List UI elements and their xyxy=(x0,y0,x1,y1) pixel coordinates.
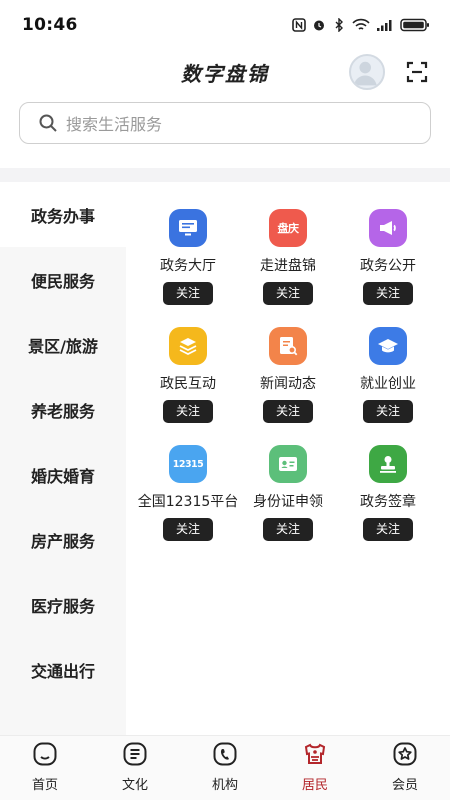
institution-icon xyxy=(213,742,237,766)
follow-button[interactable]: 关注 xyxy=(263,518,313,541)
category-sidebar: 政务办事 便民服务 景区/旅游 养老服务 婚庆婚育 房产服务 医疗服务 交通出行 xyxy=(0,182,126,735)
sidebar-item-real-estate[interactable]: 房产服务 xyxy=(0,507,126,572)
tab-label: 首页 xyxy=(31,778,58,793)
user-avatar-icon xyxy=(353,61,377,86)
sidebar-item-transportation[interactable]: 交通出行 xyxy=(0,637,126,702)
tab-institution[interactable]: 机构 xyxy=(180,736,270,800)
section-divider xyxy=(0,168,450,182)
bottom-tab-bar: 首页 文化 机构 居民 会员 xyxy=(0,735,450,800)
battery-icon xyxy=(400,18,429,32)
app-header: 数字盘锦 xyxy=(0,50,450,98)
service-icon-text: 12315 xyxy=(172,458,204,470)
app-screen: 10:46 数字盘锦 搜索生活服务 政务办事 便民服务 景区/旅游 养老服务 婚… xyxy=(0,0,450,800)
service-label: 政务公开 xyxy=(360,258,416,274)
service-item[interactable]: 政民互动 关注 xyxy=(133,300,243,423)
tab-culture[interactable]: 文化 xyxy=(90,736,180,800)
sidebar-item-medical[interactable]: 医疗服务 xyxy=(0,572,126,637)
scan-icon[interactable] xyxy=(405,60,429,84)
sidebar-item-government-affairs[interactable]: 政务办事 xyxy=(0,182,126,247)
service-item[interactable]: 政务大厅 关注 xyxy=(133,182,243,305)
search-input[interactable]: 搜索生活服务 xyxy=(66,111,162,135)
service-label: 就业创业 xyxy=(360,376,416,392)
tab-home[interactable]: 首页 xyxy=(0,736,90,800)
signal-icon xyxy=(377,20,392,31)
service-item[interactable]: 政务签章 关注 xyxy=(333,418,443,541)
home-icon xyxy=(33,742,57,766)
service-item[interactable]: 12315 全国12315平台 关注 xyxy=(133,418,243,541)
wifi-icon xyxy=(352,18,370,30)
tab-label: 文化 xyxy=(121,778,148,793)
tab-label: 居民 xyxy=(301,778,328,793)
alarm-icon xyxy=(314,20,324,31)
status-icons xyxy=(292,18,430,32)
member-icon xyxy=(393,742,417,766)
tab-label: 机构 xyxy=(211,778,238,793)
follow-button[interactable]: 关注 xyxy=(163,518,213,541)
id-card-icon xyxy=(269,445,307,483)
service-item[interactable]: 就业创业 关注 xyxy=(333,300,443,423)
stamp-icon xyxy=(369,445,407,483)
sidebar-item-scenic-tourism[interactable]: 景区/旅游 xyxy=(0,312,126,377)
tab-member[interactable]: 会员 xyxy=(360,736,450,800)
sidebar-item-elderly-care[interactable]: 养老服务 xyxy=(0,377,126,442)
status-time: 10:46 xyxy=(22,15,78,35)
service-grid: 政务大厅 关注 盘庆 走进盘锦 关注 政务公开 关注 政民互动 关注 新闻动态 … xyxy=(126,182,450,735)
bluetooth-icon xyxy=(335,18,343,32)
service-item[interactable]: 身份证申领 关注 xyxy=(233,418,343,541)
service-item[interactable]: 盘庆 走进盘锦 关注 xyxy=(233,182,343,305)
search-icon xyxy=(39,114,57,132)
monitor-icon xyxy=(169,209,207,247)
tab-resident[interactable]: 居民 xyxy=(270,736,360,800)
news-search-icon xyxy=(269,327,307,365)
follow-button[interactable]: 关注 xyxy=(363,518,413,541)
service-item[interactable]: 新闻动态 关注 xyxy=(233,300,343,423)
culture-icon xyxy=(123,742,147,766)
status-bar: 10:46 xyxy=(0,0,450,50)
nfc-icon xyxy=(292,18,306,32)
graduation-cap-icon xyxy=(369,327,407,365)
sidebar-item-wedding-childbirth[interactable]: 婚庆婚育 xyxy=(0,442,126,507)
search-bar[interactable]: 搜索生活服务 xyxy=(19,102,431,144)
resident-icon xyxy=(304,743,326,764)
avatar[interactable] xyxy=(349,54,385,90)
tab-label: 会员 xyxy=(391,778,418,793)
megaphone-icon xyxy=(369,209,407,247)
city-badge-icon: 盘庆 xyxy=(269,209,307,247)
layers-icon xyxy=(169,327,207,365)
hotline-12315-icon: 12315 xyxy=(169,445,207,483)
service-item[interactable]: 政务公开 关注 xyxy=(333,182,443,305)
service-icon-text: 盘庆 xyxy=(277,222,300,235)
sidebar-item-convenience-services[interactable]: 便民服务 xyxy=(0,247,126,312)
service-label: 政务签章 xyxy=(360,494,416,510)
